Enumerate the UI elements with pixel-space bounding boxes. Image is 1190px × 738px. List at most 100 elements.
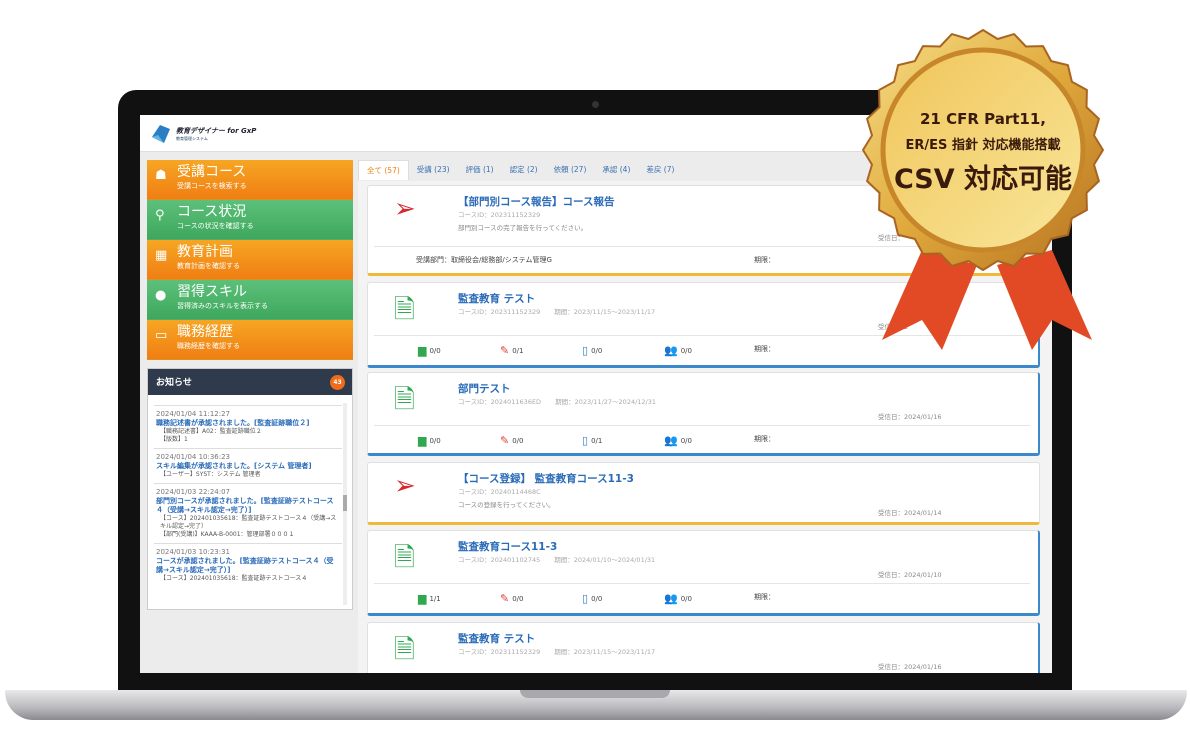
news-panel: お知らせ 43 2024/01/04 11:12:27 職務記述書が承認されました。… xyxy=(147,368,353,610)
card-meta: コースID：202311152329 期間：2023/11/15～2023/11/… xyxy=(458,646,669,656)
card-title[interactable]: 監査教育 テスト xyxy=(458,291,535,306)
menu-title: 教育計画 xyxy=(177,244,233,260)
task-card[interactable]: ➢ 【コース登録】 監査教育コース11-3 コースID：20240114468C コー… xyxy=(367,462,1040,525)
document-edit-icon: 🗎 xyxy=(394,543,415,573)
news-message-link[interactable]: スキル編集が承認されました。[システム 管理者] xyxy=(156,462,340,471)
search-icon: ⚲ xyxy=(155,208,165,223)
menu-item[interactable]: ☗ 受講コース 受講コースを検索する xyxy=(147,160,353,200)
award-icon: ● xyxy=(155,288,167,303)
card-title[interactable]: 監査教育コース11-3 xyxy=(458,539,557,554)
task-card[interactable]: 🗎 監査教育 テスト コースID：202311152329 期間：2023/11/15… xyxy=(367,622,1040,673)
news-date: 2024/01/04 11:12:27 xyxy=(156,410,231,418)
news-item: 2024/01/04 11:12:27 職務記述書が承認されました。[監査証跡職位… xyxy=(154,405,342,448)
paper-plane-icon: ➢ xyxy=(394,194,416,224)
filter-tab[interactable]: 評価 (1) xyxy=(458,160,502,180)
menu-title: 職務経歴 xyxy=(177,324,233,340)
compliance-medal: 21 CFR Part11, ER/ES 指針 対応機能搭載 CSV 対応可能 xyxy=(862,29,1104,350)
news-detail: 【コース】202401035618：監査証跡テストコース４ xyxy=(160,575,308,582)
edit-icon: ✎ xyxy=(500,434,510,447)
book-icon: ▆ xyxy=(418,592,427,605)
news-message-link[interactable]: 部門別コースが承認されました。[監査証跡テストコース４（受講→スキル認定→完了）… xyxy=(156,497,340,515)
news-header: お知らせ 43 xyxy=(148,369,352,395)
stat-value: 0/0 xyxy=(591,346,603,355)
news-detail: 【職務記述書】A02：監査証跡職位２ xyxy=(160,428,262,435)
course-period: 期間：2024/01/10～2024/01/31 xyxy=(554,556,656,564)
filter-tab[interactable]: 依頼 (27) xyxy=(546,160,595,180)
stat-value: 0/0 xyxy=(591,594,603,603)
clipboard-icon: ▯ xyxy=(582,592,589,605)
stat: ▆ 1/1 xyxy=(418,592,441,605)
card-meta: コースID：202401102745 期間：2024/01/10～2024/01/… xyxy=(458,554,669,564)
stat-value: 0/0 xyxy=(429,436,441,445)
menu-title: 習得スキル xyxy=(177,284,247,300)
news-detail: 【コース】202401035618：監査証跡テストコース４（受講→スキル認定→完… xyxy=(160,515,337,530)
news-item: 2024/01/04 10:36:23 スキル編集が承認されました。[システム 管… xyxy=(154,448,342,483)
stat-value: 0/1 xyxy=(512,346,524,355)
menu-desc: 職務経歴を確認する xyxy=(177,342,240,350)
clipboard-icon: ▯ xyxy=(582,434,589,447)
received-date: 受信日：2024/01/16 xyxy=(878,663,942,671)
menu-desc: 教育計画を確認する xyxy=(177,262,240,270)
users-icon: 👥 xyxy=(664,434,678,447)
menu-title: コース状況 xyxy=(177,204,247,220)
task-card[interactable]: 🗎 部門テスト コースID：2024011636ED 期間：2023/11/27～20… xyxy=(367,372,1040,456)
filter-tab[interactable]: 認定 (2) xyxy=(502,160,546,180)
card-desc: 部門別コースの完了報告を行ってください。 xyxy=(458,224,588,232)
news-title: お知らせ xyxy=(156,378,192,388)
users-icon: 👥 xyxy=(664,592,678,605)
card-desc: コースの登録を行ってください。 xyxy=(458,501,555,509)
stat-value: 1/1 xyxy=(429,594,441,603)
book-icon: ▆ xyxy=(418,344,427,357)
news-detail: 【版数】1 xyxy=(160,436,188,443)
card-title[interactable]: 【部門別コース報告】コース報告 xyxy=(458,194,614,209)
course-period: 期間：2023/11/15～2023/11/17 xyxy=(554,308,656,316)
clipboard-icon: ▯ xyxy=(582,344,589,357)
card-meta: コースID：202311152329 xyxy=(458,209,554,219)
id-card-icon: ▭ xyxy=(155,328,168,343)
deadline-label: 期限： xyxy=(754,435,775,443)
card-title[interactable]: 【コース登録】 監査教育コース11-3 xyxy=(458,471,634,486)
book-icon: ▆ xyxy=(418,434,427,447)
deadline-label: 期限： xyxy=(754,345,775,353)
news-detail: 【部門(受講)】KAAA-B-0001：管理部署０００１ xyxy=(160,531,295,538)
menu-item[interactable]: ● 習得スキル 習得済みのスキルを表示する xyxy=(147,280,353,320)
stat: ✎ 0/0 xyxy=(500,592,523,605)
news-scrollbar[interactable] xyxy=(343,403,347,605)
task-card[interactable]: 🗎 監査教育コース11-3 コースID：202401102745 期間：2024/01… xyxy=(367,530,1040,616)
stat-value: 0/0 xyxy=(512,594,524,603)
medal-line1: 21 CFR Part11, xyxy=(920,110,1046,128)
card-title[interactable]: 監査教育 テスト xyxy=(458,631,535,646)
medal-line2: ER/ES 指針 対応機能搭載 xyxy=(906,137,1061,153)
menu-item[interactable]: ⚲ コース状況 コースの状況を確認する xyxy=(147,200,353,240)
course-id: コースID：202311152329 xyxy=(458,648,541,656)
card-meta: コースID：2024011636ED 期間：2023/11/27～2024/12/… xyxy=(458,396,670,406)
edit-icon: ✎ xyxy=(500,592,510,605)
stat-value: 0/0 xyxy=(680,346,692,355)
calendar-icon: ▦ xyxy=(155,248,168,263)
news-message-link[interactable]: コースが承認されました。[監査証跡テストコース４（受講→スキル認定→完了）] xyxy=(156,557,340,575)
paper-plane-icon: ➢ xyxy=(394,471,416,501)
filter-tab[interactable]: 全て (57) xyxy=(358,160,409,180)
filter-tab[interactable]: 差戻 (7) xyxy=(638,160,682,180)
logo-icon xyxy=(152,125,170,143)
card-title[interactable]: 部門テスト xyxy=(458,381,511,396)
filter-tab[interactable]: 受講 (23) xyxy=(409,160,458,180)
course-id: コースID：202311152329 xyxy=(458,308,541,316)
stat-value: 0/0 xyxy=(512,436,524,445)
filter-tab[interactable]: 承認 (4) xyxy=(594,160,638,180)
course-id: コースID：20240114468C xyxy=(458,488,541,496)
stat: ✎ 0/1 xyxy=(500,344,523,357)
medal-line3: CSV 対応可能 xyxy=(894,163,1072,195)
card-footer: ▆ 0/0 ✎ 0/0 ▯ 0/1 👥 0/0 期限： xyxy=(374,425,1030,451)
news-item: 2024/01/03 22:24:07 部門別コースが承認されました。[監査証跡テ… xyxy=(154,483,342,543)
course-id: コースID：202401102745 xyxy=(458,556,541,564)
document-edit-icon: 🗎 xyxy=(394,385,415,415)
course-id: コースID：202311152329 xyxy=(458,211,541,219)
app-logo[interactable]: 教育デザイナー for GxP 教育管理システム xyxy=(150,123,256,145)
card-footer: ▆ 1/1 ✎ 0/0 ▯ 0/0 👥 0/0 期限： xyxy=(374,583,1030,609)
menu-item[interactable]: ▭ 職務経歴職務経歴を確認する xyxy=(147,320,353,360)
news-date: 2024/01/04 10:36:23 xyxy=(156,453,231,461)
course-period: 期間：2023/11/27～2024/12/31 xyxy=(555,398,657,406)
menu-item[interactable]: ▦ 教育計画教育計画を確認する xyxy=(147,240,353,280)
news-message-link[interactable]: 職務記述書が承認されました。[監査証跡職位２] xyxy=(156,419,340,428)
